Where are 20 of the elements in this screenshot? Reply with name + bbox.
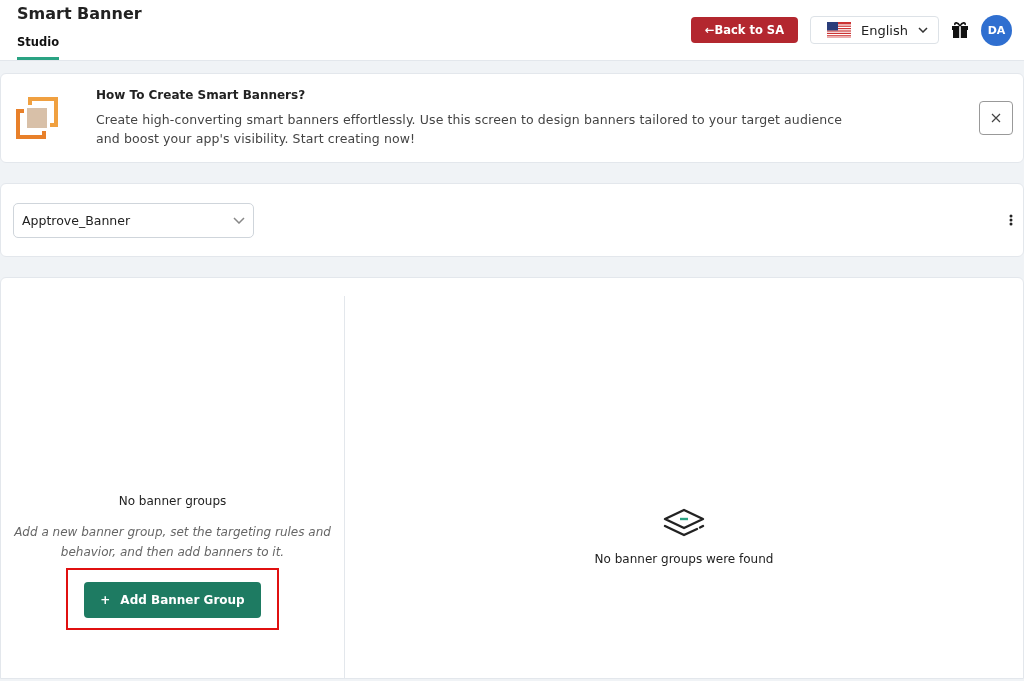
tab[interactable]: Studio — [17, 35, 60, 60]
page-title: Smart Banner — [17, 4, 142, 23]
info-text: Create high-converting smart banners effortlessly. Use this screen to design banners tailored to your target audience and boost your app's visibility. Start creating now! — [96, 111, 844, 148]
chevron-down-icon — [233, 216, 245, 224]
flag-icon — [827, 22, 852, 38]
language-select[interactable]: English — [810, 16, 939, 44]
empty-title: No banner groups — [118, 494, 227, 508]
close-icon — [991, 113, 1001, 123]
layers-logo-icon — [14, 95, 60, 141]
chevron-down-icon — [918, 27, 928, 33]
banner-select[interactable]: Apptrove_Banner — [13, 202, 254, 238]
back-button[interactable]: ←Back to SA — [690, 17, 799, 43]
gift-icon[interactable] — [951, 21, 969, 39]
user-avatar[interactable]: DA — [981, 14, 1012, 46]
empty-message: No banner groups were found — [594, 552, 774, 566]
info-title: How To Create Smart Banners? — [96, 88, 307, 102]
add-banner-group-button[interactable]: + Add Banner Group — [84, 582, 261, 618]
empty-description: Add a new banner group, set the targeting rules and behavior, and then add banners to it. — [13, 524, 332, 561]
close-button[interactable] — [979, 101, 1013, 135]
more-icon[interactable] — [1009, 214, 1013, 226]
